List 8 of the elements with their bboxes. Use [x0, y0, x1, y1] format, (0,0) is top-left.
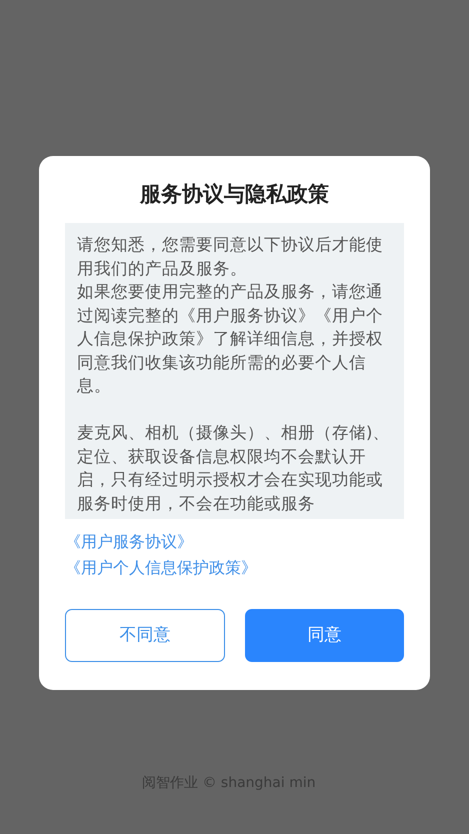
dialog-title: 服务协议与隐私政策 [138, 182, 330, 208]
notice-paragraph: 麦克风、相机（摄像头）、相册（存储)、定位、获取设备信息权限均不会默认开启，只有经过明示授权才会在实现功能或服务时使用，不会在功能或服务 [77, 422, 390, 515]
notice-paragraph: 请您知悉，您需要同意以下协议后才能使用我们的产品及服务。 [77, 234, 384, 280]
disagree-button[interactable]: 不同意 [65, 609, 224, 662]
notice-paragraph: 如果您要使用完整的产品及服务，请您通过阅读完整的《用户服务协议》《用户个人信息保护政策》了解详细信息，并授权同意我们收集该功能所需的必要个人信息。 [77, 281, 384, 398]
policy-link[interactable]: 《用户服务协议》 [65, 529, 404, 556]
agree-button[interactable]: 同意 [244, 609, 404, 662]
policy-link[interactable]: 《用户个人信息保护政策》 [65, 555, 404, 582]
